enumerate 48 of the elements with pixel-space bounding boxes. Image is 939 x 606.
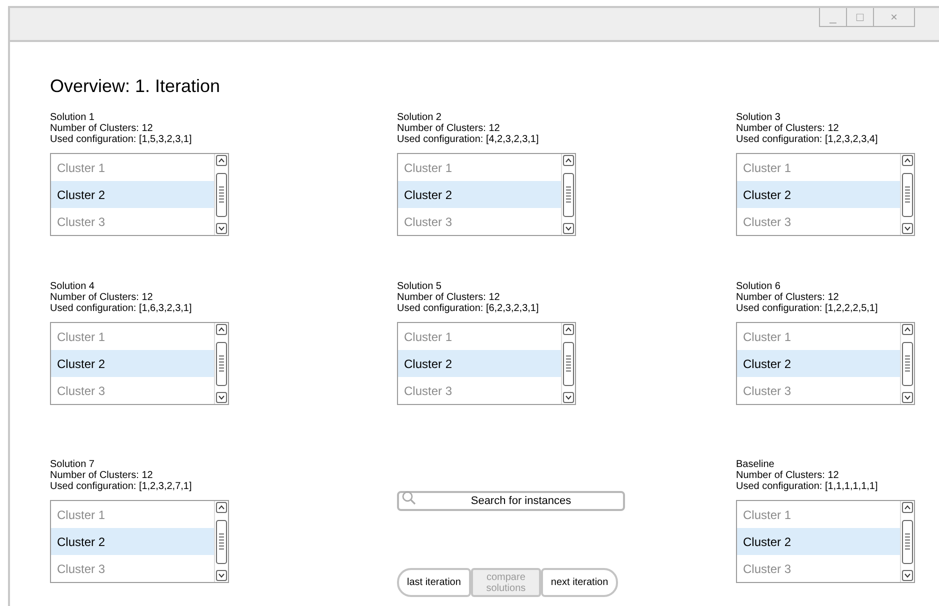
solution-title: Solution 1 bbox=[50, 112, 96, 123]
iteration-button[interactable]: next iteration bbox=[540, 568, 618, 597]
list-item[interactable]: Cluster 2 bbox=[51, 350, 214, 377]
configuration-text: Used configuration: [1,5,3,2,3,1] bbox=[50, 134, 193, 145]
scrollbar[interactable] bbox=[900, 323, 914, 404]
cluster-count: Number of Clusters: 12 bbox=[50, 292, 154, 303]
configuration-text: Used configuration: [1,2,2,2,5,1] bbox=[736, 303, 879, 314]
configuration-text: Used configuration: [1,2,3,2,3,4] bbox=[736, 134, 879, 145]
cluster-count: Number of Clusters: 12 bbox=[50, 123, 154, 134]
solution-title: Solution 4 bbox=[50, 281, 96, 292]
window-control[interactable]: × bbox=[874, 8, 914, 26]
solution-title: Baseline bbox=[736, 459, 776, 470]
list-item[interactable]: Cluster 2 bbox=[51, 181, 214, 208]
scrollbar[interactable] bbox=[214, 323, 228, 404]
list-item[interactable]: Cluster 2 bbox=[737, 528, 900, 555]
cluster-count: Number of Clusters: 12 bbox=[50, 470, 154, 481]
cluster-count: Number of Clusters: 12 bbox=[397, 123, 501, 134]
configuration-text: Used configuration: [1,6,3,2,3,1] bbox=[50, 303, 193, 314]
list-item[interactable]: Cluster 2 bbox=[398, 350, 561, 377]
cluster-count: Number of Clusters: 12 bbox=[736, 123, 840, 134]
configuration-text: Used configuration: [4,2,3,2,3,1] bbox=[397, 134, 540, 145]
iteration-button[interactable]: last iteration bbox=[397, 568, 471, 597]
list-item[interactable]: Cluster 2 bbox=[737, 181, 900, 208]
list-item[interactable]: Cluster 2 bbox=[51, 528, 214, 555]
solution-title: Solution 5 bbox=[397, 281, 442, 292]
list-item[interactable]: Cluster 2 bbox=[737, 350, 900, 377]
window-control[interactable]: □ bbox=[847, 8, 874, 26]
scrollbar[interactable] bbox=[900, 501, 914, 582]
list-item[interactable]: Cluster 2 bbox=[398, 181, 561, 208]
solution-title: Solution 6 bbox=[736, 281, 782, 292]
search-field[interactable]: Search for instances bbox=[397, 491, 625, 511]
scrollbar[interactable] bbox=[561, 323, 575, 404]
scrollbar[interactable] bbox=[214, 154, 228, 235]
scrollbar[interactable] bbox=[214, 501, 228, 582]
page-title: Overview: 1. Iteration bbox=[50, 75, 222, 98]
cluster-count: Number of Clusters: 12 bbox=[397, 292, 501, 303]
cluster-count: Number of Clusters: 12 bbox=[736, 470, 840, 481]
solution-title: Solution 7 bbox=[50, 459, 96, 470]
configuration-text: Used configuration: [6,2,3,2,3,1] bbox=[397, 303, 540, 314]
solution-title: Solution 3 bbox=[736, 112, 782, 123]
configuration-text: Used configuration: [1,2,3,2,7,1] bbox=[50, 481, 193, 492]
solution-title: Solution 2 bbox=[397, 112, 442, 123]
search-icon bbox=[402, 491, 416, 505]
scrollbar[interactable] bbox=[561, 154, 575, 235]
window-control[interactable]: _ bbox=[820, 8, 847, 26]
scrollbar[interactable] bbox=[900, 154, 914, 235]
cluster-count: Number of Clusters: 12 bbox=[736, 292, 840, 303]
configuration-text: Used configuration: [1,1,1,1,1,1] bbox=[736, 481, 879, 492]
